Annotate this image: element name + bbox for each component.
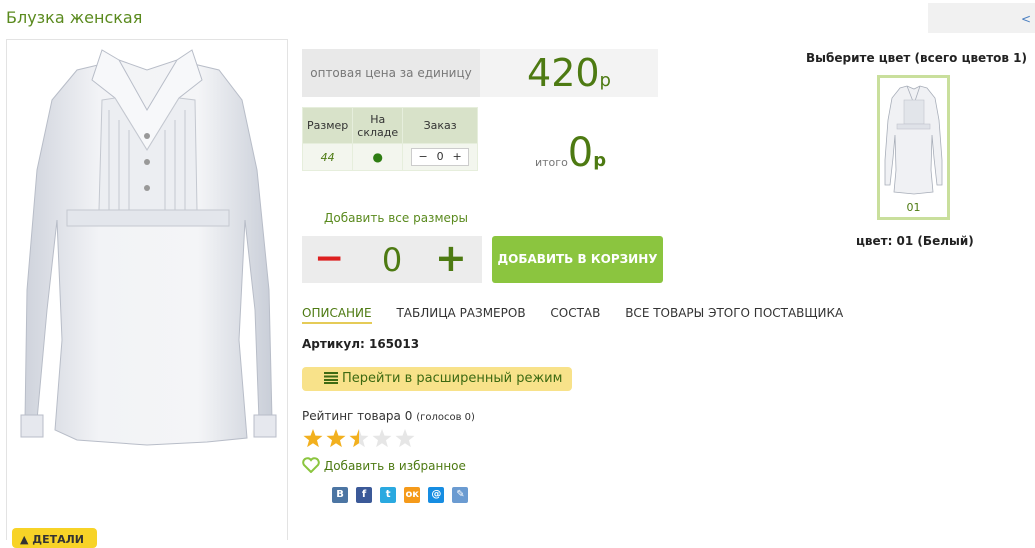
quantity-stepper[interactable]: −0 + bbox=[411, 148, 470, 166]
size-header: Размер bbox=[301, 107, 354, 144]
product-photo[interactable] bbox=[6, 39, 288, 540]
heart-icon bbox=[302, 457, 320, 474]
article-number: Артикул: 165013 bbox=[302, 337, 420, 351]
size-cell: 44 bbox=[301, 143, 354, 171]
stock-header: На складе bbox=[352, 107, 404, 144]
add-to-favorites[interactable]: Добавить в избранное bbox=[302, 457, 466, 474]
selected-color-label: цвет: 01 (Белый) bbox=[856, 234, 974, 248]
star-icon[interactable] bbox=[326, 429, 346, 448]
rating-label: Рейтинг товара 0 bbox=[302, 409, 413, 423]
order-total: итого0р bbox=[535, 130, 606, 176]
color-thumbnail bbox=[884, 85, 943, 195]
price-currency: р bbox=[599, 70, 611, 91]
minus-button[interactable]: − bbox=[415, 149, 432, 165]
color-code: 01 bbox=[906, 201, 921, 214]
rating-votes: (голосов 0) bbox=[416, 412, 475, 423]
all-sizes-stepper[interactable]: − 0 + bbox=[302, 236, 482, 283]
product-title: Блузка женская bbox=[6, 8, 143, 27]
price-value: 420р bbox=[480, 49, 658, 97]
quantity-value[interactable]: 0 bbox=[377, 241, 407, 279]
list-icon bbox=[324, 372, 338, 384]
star-icon[interactable] bbox=[395, 429, 415, 448]
twitter-icon[interactable]: t bbox=[380, 487, 397, 503]
stars-svg[interactable] bbox=[302, 428, 422, 450]
star-icon[interactable] bbox=[303, 429, 323, 448]
plus-button[interactable]: + bbox=[449, 149, 466, 165]
details-button[interactable]: ▲ ДЕТАЛИ bbox=[12, 528, 97, 548]
product-tabs: ОПИСАНИЕ ТАБЛИЦА РАЗМЕРОВ СОСТАВ ВСЕ ТОВ… bbox=[302, 306, 864, 324]
rating-text: Рейтинг товара 0 (голосов 0) bbox=[302, 409, 475, 423]
total-currency: р bbox=[593, 150, 607, 171]
price-label: оптовая цена за единицу bbox=[302, 49, 480, 97]
extended-mode-button[interactable]: Перейти в расширенный режим bbox=[302, 367, 572, 391]
facebook-icon[interactable]: f bbox=[356, 487, 373, 503]
chevron-left-icon: < bbox=[1020, 12, 1031, 26]
favorite-label: Добавить в избранное bbox=[323, 459, 466, 473]
tab-composition[interactable]: СОСТАВ bbox=[550, 306, 600, 322]
livejournal-icon[interactable]: ✎ bbox=[452, 487, 469, 503]
total-value: 0 bbox=[567, 130, 594, 176]
star-rating[interactable] bbox=[302, 428, 422, 454]
plus-button[interactable]: + bbox=[435, 236, 467, 280]
collapse-button[interactable]: < bbox=[928, 3, 1035, 33]
mailru-icon[interactable]: @ bbox=[428, 487, 445, 503]
in-stock-icon: ● bbox=[352, 143, 404, 171]
star-icon[interactable] bbox=[349, 429, 369, 448]
share-buttons: В f t ок @ ✎ bbox=[332, 482, 471, 503]
star-icon[interactable] bbox=[372, 429, 392, 448]
add-to-cart-button[interactable]: ДОБАВИТЬ В КОРЗИНУ bbox=[492, 236, 663, 283]
tab-description[interactable]: ОПИСАНИЕ bbox=[302, 306, 372, 324]
color-picker-title: Выберите цвет (всего цветов 1) bbox=[806, 51, 1027, 65]
add-all-sizes-label: Добавить все размеры bbox=[324, 211, 468, 225]
blouse-image bbox=[20, 49, 277, 446]
odnoklassniki-icon[interactable]: ок bbox=[404, 487, 421, 503]
price-box: оптовая цена за единицу 420р bbox=[302, 49, 658, 97]
quantity-value[interactable]: 0 bbox=[432, 149, 449, 165]
price-amount: 420 bbox=[527, 51, 600, 95]
order-header: Заказ bbox=[402, 107, 479, 144]
tab-supplier-products[interactable]: ВСЕ ТОВАРЫ ЭТОГО ПОСТАВЩИКА bbox=[625, 306, 843, 322]
tab-size-table[interactable]: ТАБЛИЦА РАЗМЕРОВ bbox=[396, 306, 525, 322]
size-table: Размер На складе Заказ 44 ● −0 + bbox=[301, 107, 479, 171]
extended-mode-label: Перейти в расширенный режим bbox=[342, 371, 563, 386]
vk-icon[interactable]: В bbox=[332, 487, 348, 503]
color-option[interactable]: 01 bbox=[877, 75, 950, 220]
total-label: итого bbox=[535, 156, 568, 169]
order-cell: −0 + bbox=[402, 143, 479, 171]
table-row: 44 ● −0 + bbox=[301, 143, 479, 171]
minus-button[interactable]: − bbox=[314, 238, 344, 279]
